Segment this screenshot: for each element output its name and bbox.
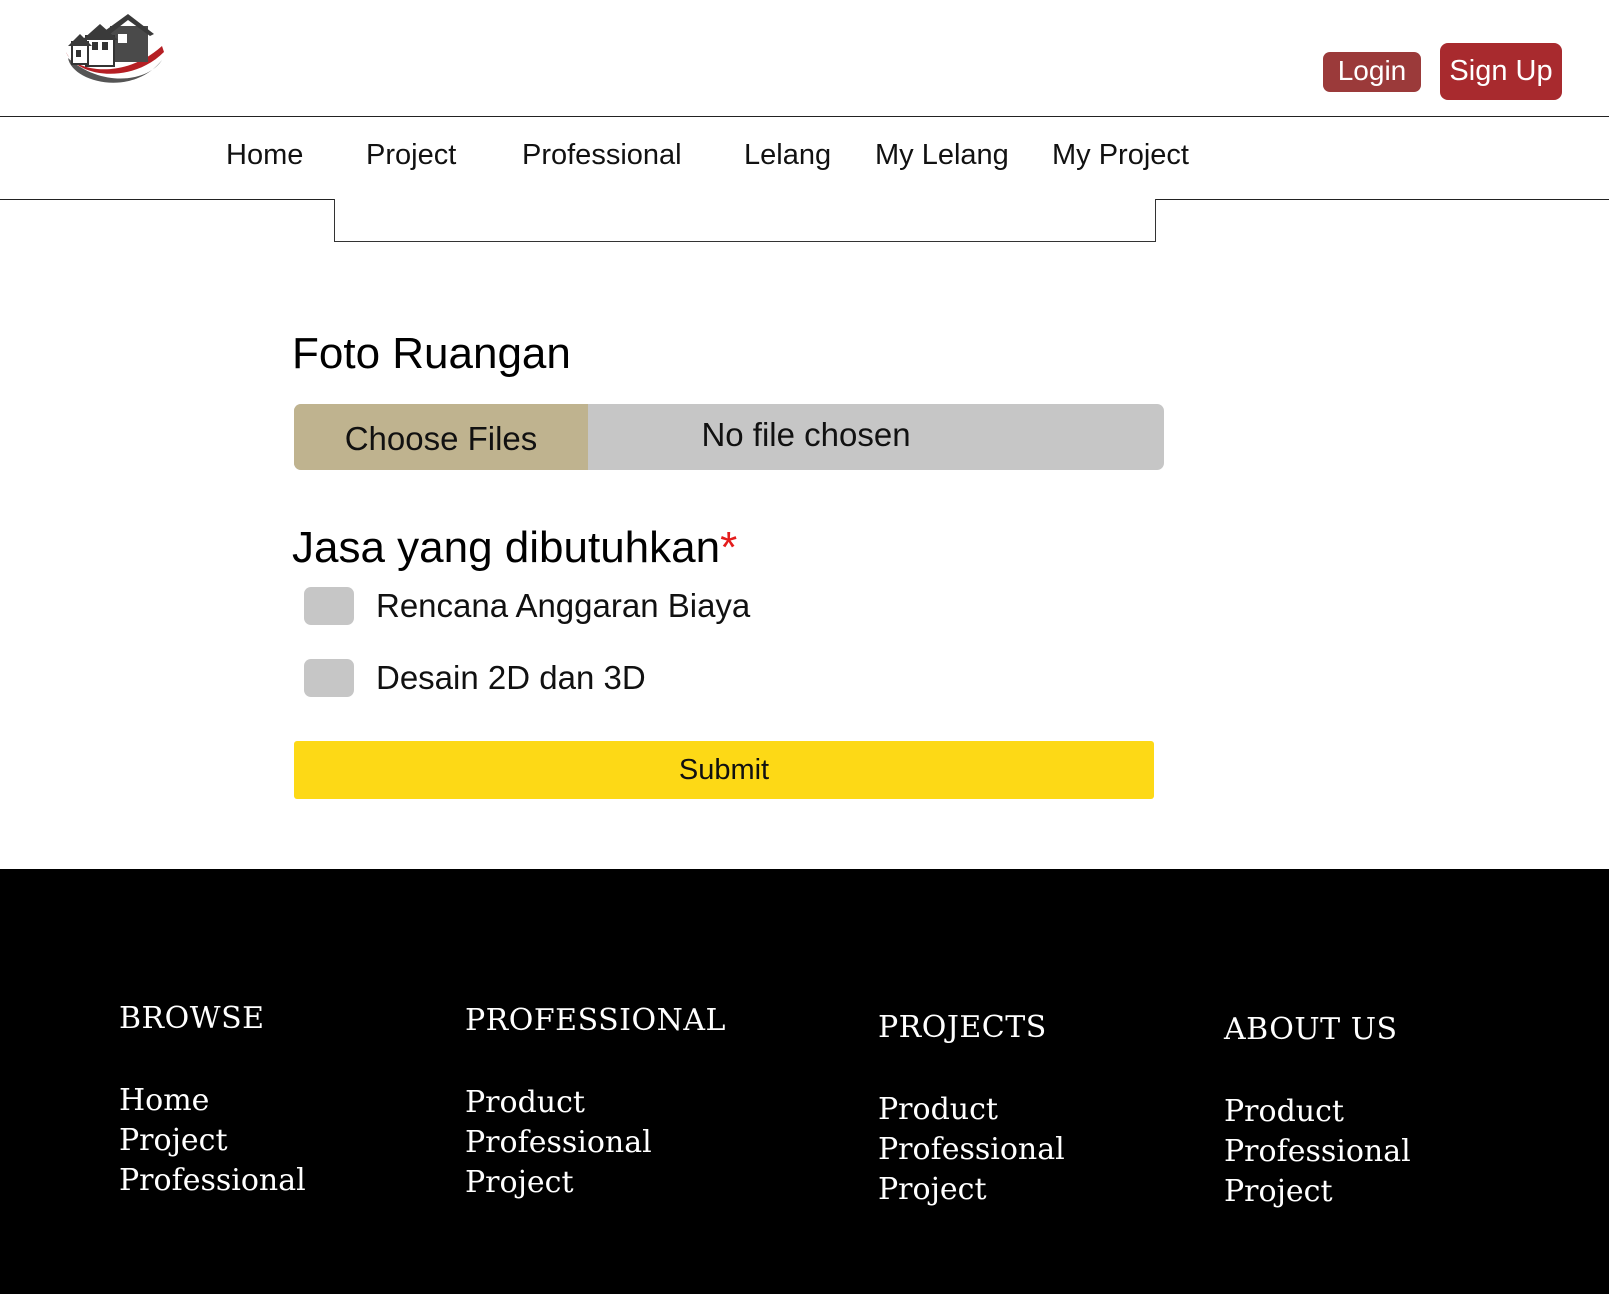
site-header: Login Sign Up: [0, 0, 1609, 117]
option-label-desain: Desain 2D dan 3D: [376, 659, 646, 696]
footer-link[interactable]: Professional: [878, 1130, 1065, 1170]
footer-heading: PROJECTS: [878, 1010, 1047, 1045]
nav-item-my-project[interactable]: My Project: [1052, 137, 1189, 173]
login-button[interactable]: Login: [1323, 52, 1421, 92]
main-nav: Home Project Professional Lelang My Lela…: [0, 117, 1609, 200]
option-label-rab: Rencana Anggaran Biaya: [376, 587, 751, 624]
footer-col-browse: BROWSE Home Project Professional: [119, 1001, 306, 1201]
footer-link[interactable]: Product: [1224, 1092, 1411, 1132]
required-marker: *: [720, 523, 738, 572]
checkbox-desain[interactable]: [304, 659, 354, 697]
footer-link[interactable]: Product: [878, 1090, 1065, 1130]
footer-link[interactable]: Professional: [1224, 1132, 1411, 1172]
file-status-text: No file chosen: [701, 416, 911, 453]
footer-heading: PROFESSIONAL: [465, 1003, 726, 1038]
footer-heading: BROWSE: [119, 1001, 265, 1036]
footer-link[interactable]: Product: [465, 1083, 726, 1123]
nav-item-professional[interactable]: Professional: [522, 137, 682, 173]
checkbox-rab[interactable]: [304, 587, 354, 625]
footer-col-about-us: ABOUT US Product Professional Project: [1224, 1012, 1411, 1212]
nav-item-home[interactable]: Home: [226, 137, 303, 173]
footer-col-projects: PROJECTS Product Professional Project: [878, 1010, 1065, 1210]
footer-link[interactable]: Project: [119, 1121, 306, 1161]
footer-col-professional: PROFESSIONAL Product Professional Projec…: [465, 1003, 726, 1203]
nav-item-lelang[interactable]: Lelang: [744, 137, 831, 173]
file-input[interactable]: Choose Files No file chosen: [294, 404, 1164, 470]
submit-button[interactable]: Submit: [294, 741, 1154, 799]
footer-link[interactable]: Project: [878, 1170, 1065, 1210]
site-footer: BROWSE Home Project Professional PROFESS…: [0, 869, 1609, 1294]
footer-link[interactable]: Professional: [119, 1161, 306, 1201]
choose-files-button[interactable]: Choose Files: [294, 404, 588, 470]
services-label-text: Jasa yang dibutuhkan: [292, 523, 721, 572]
footer-heading: ABOUT US: [1224, 1012, 1398, 1047]
house-logo-icon[interactable]: [62, 12, 166, 88]
previous-text-field[interactable]: [334, 199, 1156, 242]
photo-label: Foto Ruangan: [292, 329, 571, 378]
footer-link[interactable]: Home: [119, 1081, 306, 1121]
footer-link[interactable]: Professional: [465, 1123, 726, 1163]
services-label: Jasa yang dibutuhkan*: [292, 522, 737, 574]
signup-button[interactable]: Sign Up: [1440, 43, 1562, 100]
nav-item-my-lelang[interactable]: My Lelang: [875, 137, 1009, 173]
footer-link[interactable]: Project: [1224, 1172, 1411, 1212]
footer-link[interactable]: Project: [465, 1163, 726, 1203]
nav-item-project[interactable]: Project: [366, 137, 456, 173]
